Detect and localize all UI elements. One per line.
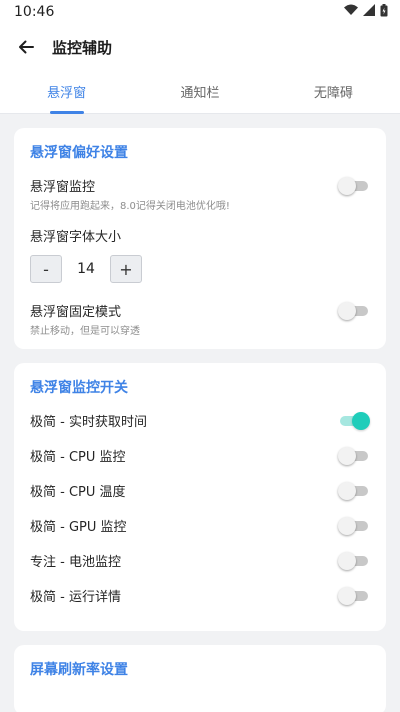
card-spacer xyxy=(30,613,370,625)
card-title: 悬浮窗偏好设置 xyxy=(30,145,128,161)
status-time: 10:46 xyxy=(14,4,55,20)
switch-label: 极简 - CPU 监控 xyxy=(30,450,126,465)
switch-label: 极简 - 实时获取时间 xyxy=(30,415,147,430)
wifi-icon xyxy=(344,4,358,20)
float-prefs-card: 悬浮窗偏好设置 悬浮窗监控 记得将应用跑起来，8.0记得关闭电池优化哦! 悬浮窗… xyxy=(14,128,386,349)
gpu-monitor-toggle[interactable] xyxy=(338,516,370,536)
fixed-mode-toggle[interactable] xyxy=(338,301,370,321)
content: 悬浮窗偏好设置 悬浮窗监控 记得将应用跑起来，8.0记得关闭电池优化哦! 悬浮窗… xyxy=(0,114,400,712)
tab-bar: 悬浮窗 通知栏 无障碍 xyxy=(0,70,400,114)
fixed-mode-label: 悬浮窗固定模式 xyxy=(30,305,122,320)
realtime-time-toggle[interactable] xyxy=(338,411,370,431)
card-title: 悬浮窗监控开关 xyxy=(30,380,128,396)
font-size-value: 14 xyxy=(77,261,95,277)
switch-label: 专注 - 电池监控 xyxy=(30,555,121,570)
status-icons xyxy=(344,3,388,21)
decrease-button[interactable]: - xyxy=(30,255,62,283)
float-monitor-label: 悬浮窗监控 xyxy=(30,180,96,195)
float-monitor-desc: 记得将应用跑起来，8.0记得关闭电池优化哦! xyxy=(30,201,230,212)
font-size-row: 悬浮窗字体大小 xyxy=(30,218,370,253)
switch-row-cpu-monitor: 极简 - CPU 监控 xyxy=(30,438,370,473)
page-title: 监控辅助 xyxy=(52,38,113,57)
arrow-left-icon xyxy=(19,40,34,54)
signal-icon xyxy=(363,4,375,20)
switch-row-run-details: 极简 - 运行详情 xyxy=(30,578,370,613)
float-monitor-toggle[interactable] xyxy=(338,176,370,196)
cpu-temp-toggle[interactable] xyxy=(338,481,370,501)
switch-row-gpu-monitor: 极简 - GPU 监控 xyxy=(30,508,370,543)
tab-accessibility[interactable]: 无障碍 xyxy=(267,70,400,113)
app-bar: 监控辅助 xyxy=(0,24,400,70)
card-title: 屏幕刷新率设置 xyxy=(30,662,128,678)
fixed-mode-desc: 禁止移动，但是可以穿透 xyxy=(30,326,140,337)
switch-label: 极简 - GPU 监控 xyxy=(30,520,127,535)
font-size-stepper: - 14 + xyxy=(30,255,370,283)
battery-icon xyxy=(380,3,388,21)
monitor-switches-card: 悬浮窗监控开关 极简 - 实时获取时间 极简 - CPU 监控 极简 - CPU… xyxy=(14,363,386,631)
switch-label: 极简 - CPU 温度 xyxy=(30,485,126,500)
font-size-label: 悬浮窗字体大小 xyxy=(30,230,122,245)
refresh-rate-card: 屏幕刷新率设置 xyxy=(14,645,386,712)
battery-monitor-toggle[interactable] xyxy=(338,551,370,571)
run-details-toggle[interactable] xyxy=(338,586,370,606)
back-button[interactable] xyxy=(14,35,38,59)
tab-notification-bar[interactable]: 通知栏 xyxy=(133,70,266,113)
switch-row-cpu-temp: 极简 - CPU 温度 xyxy=(30,473,370,508)
increase-button[interactable]: + xyxy=(110,255,142,283)
status-bar: 10:46 xyxy=(0,0,400,24)
switch-row-realtime-time: 极简 - 实时获取时间 xyxy=(30,403,370,438)
switch-row-battery-monitor: 专注 - 电池监控 xyxy=(30,543,370,578)
switch-label: 极简 - 运行详情 xyxy=(30,590,121,605)
tab-floating-window[interactable]: 悬浮窗 xyxy=(0,70,133,113)
cpu-monitor-toggle[interactable] xyxy=(338,446,370,466)
